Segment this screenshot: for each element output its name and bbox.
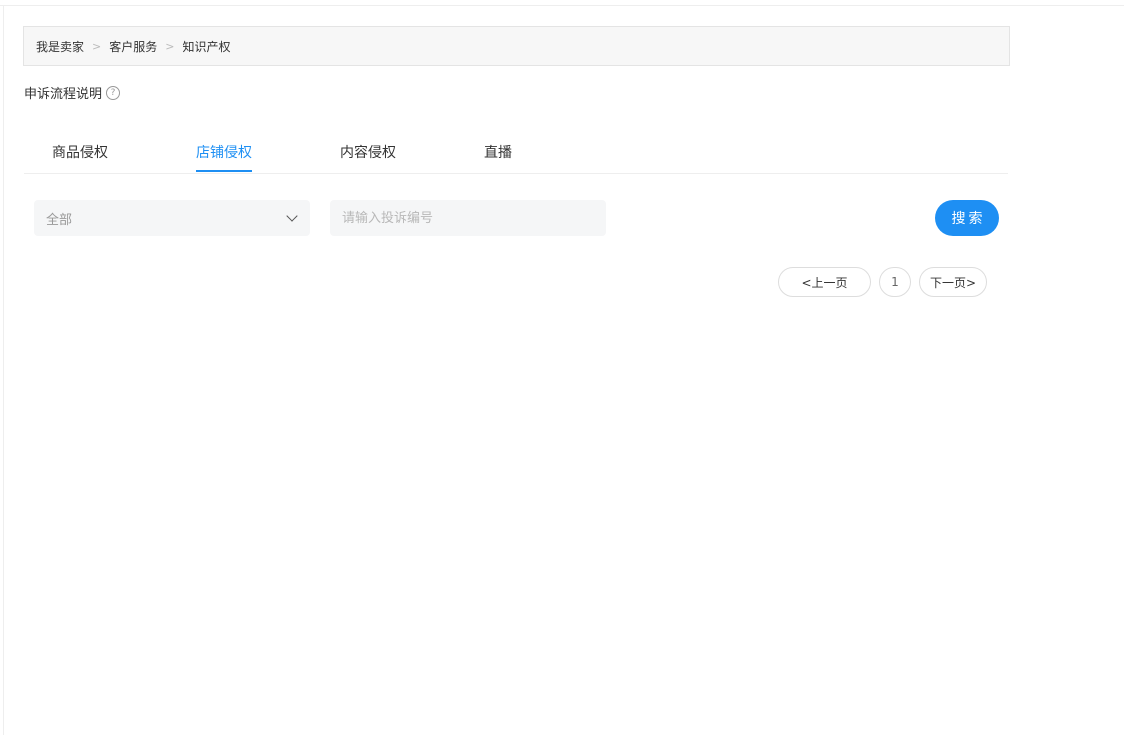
prev-page-button[interactable]: <上一页	[778, 267, 871, 297]
type-select[interactable]: 全部	[34, 200, 310, 236]
page-number-button[interactable]: 1	[879, 267, 911, 297]
breadcrumb-item-seller[interactable]: 我是卖家	[36, 38, 84, 55]
chevron-down-icon	[286, 210, 298, 222]
left-divider	[3, 5, 4, 735]
breadcrumb: 我是卖家 > 客户服务 > 知识产权	[23, 26, 1010, 66]
tab-content-infringement[interactable]: 内容侵权	[340, 142, 396, 172]
tab-store-infringement[interactable]: 店铺侵权	[196, 142, 252, 172]
type-select-value: 全部	[46, 212, 73, 228]
breadcrumb-separator-icon: >	[92, 39, 102, 53]
appeal-process-label: 申诉流程说明	[24, 87, 103, 102]
appeal-process-link[interactable]: 申诉流程说明 ?	[24, 83, 121, 102]
breadcrumb-item-ip: 知识产权	[182, 39, 231, 54]
complaint-number-input[interactable]	[330, 200, 606, 236]
search-button[interactable]: 搜索	[935, 200, 999, 236]
tab-product-infringement[interactable]: 商品侵权	[52, 142, 108, 172]
top-divider	[0, 5, 1124, 6]
tab-bar: 商品侵权 店铺侵权 内容侵权 直播	[24, 130, 1008, 174]
breadcrumb-separator-icon: >	[165, 39, 175, 53]
question-mark-icon[interactable]: ?	[106, 85, 121, 100]
next-page-button[interactable]: 下一页>	[919, 267, 987, 297]
breadcrumb-item-customer-service[interactable]: 客户服务	[109, 38, 157, 55]
tab-live-stream[interactable]: 直播	[484, 142, 512, 172]
